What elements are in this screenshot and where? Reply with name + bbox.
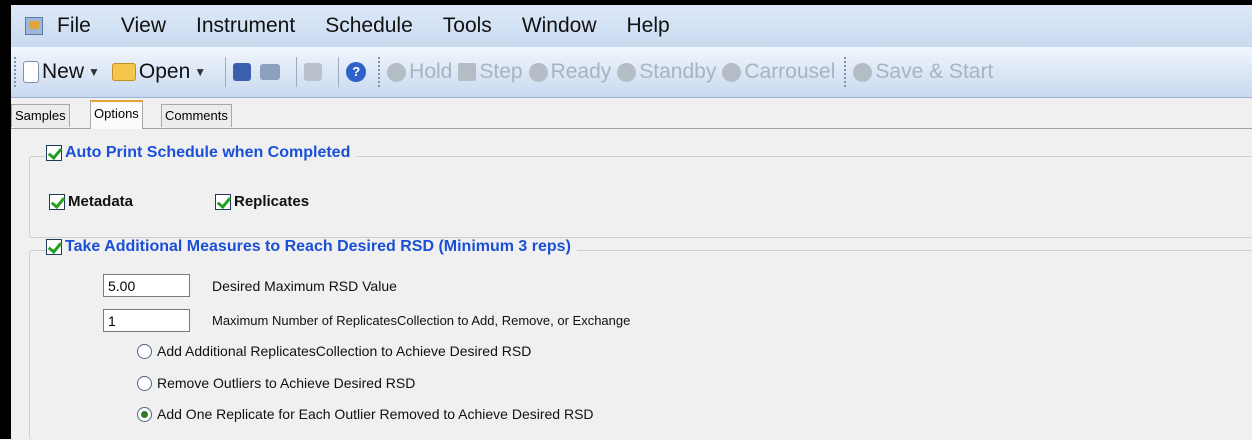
carrousel-icon — [722, 62, 742, 82]
tab-comments[interactable]: Comments — [161, 104, 232, 127]
hold-button[interactable]: Hold — [387, 60, 452, 84]
replicates-checkbox[interactable] — [215, 193, 231, 210]
metadata-checkbox[interactable] — [49, 193, 65, 210]
toolbar-separator — [296, 57, 298, 87]
max-rsd-input[interactable] — [103, 274, 190, 297]
save-start-icon — [853, 62, 873, 82]
radio-add-one-per-outlier-label: Add One Replicate for Each Outlier Remov… — [157, 406, 594, 422]
carrousel-button-label: Carrousel — [744, 60, 836, 83]
tab-options[interactable]: Options — [90, 100, 143, 129]
new-button-label: New — [42, 60, 85, 83]
open-dropdown-icon[interactable]: ▼ — [194, 65, 206, 79]
menu-help[interactable]: Help — [627, 14, 670, 38]
max-replicates-input[interactable] — [103, 309, 190, 332]
ready-button[interactable]: Ready — [528, 60, 612, 84]
auto-print-checkbox[interactable] — [46, 145, 62, 161]
menu-schedule[interactable]: Schedule — [325, 14, 413, 38]
tab-samples[interactable]: Samples — [11, 104, 70, 127]
new-document-icon — [23, 61, 39, 83]
window-frame-left — [0, 0, 11, 439]
rsd-group: Take Additional Measures to Reach Desire… — [29, 238, 1252, 440]
toolbar: New ▼ Open ▼ ? Hold Step Ready Standby C… — [11, 47, 1252, 98]
ready-icon — [528, 62, 548, 82]
step-button-label: Step — [479, 60, 523, 83]
menu-view[interactable]: View — [121, 14, 166, 38]
radio-remove-outliers-label: Remove Outliers to Achieve Desired RSD — [157, 375, 416, 391]
document-icon — [304, 63, 323, 81]
radio-add-replicates[interactable]: Add Additional ReplicatesCollection to A… — [137, 343, 531, 359]
replicates-label: Replicates — [234, 193, 310, 210]
replicates-option[interactable]: Replicates — [215, 193, 309, 210]
auto-print-title: Auto Print Schedule when Completed — [65, 144, 351, 161]
hold-icon — [387, 62, 407, 82]
new-dropdown-icon[interactable]: ▼ — [88, 65, 100, 79]
toolbar-separator — [225, 57, 227, 87]
menu-instrument[interactable]: Instrument — [196, 14, 295, 38]
save-button[interactable] — [233, 63, 254, 81]
menu-file[interactable]: File — [57, 14, 91, 38]
toolbar-grip[interactable] — [378, 57, 383, 87]
ready-button-label: Ready — [550, 60, 612, 83]
radio-button[interactable] — [137, 375, 152, 391]
rsd-title: Take Additional Measures to Reach Desire… — [65, 238, 571, 255]
save-and-start-label: Save & Start — [875, 60, 994, 83]
menu-tools[interactable]: Tools — [443, 14, 492, 38]
tab-strip: Samples Options Comments — [11, 98, 1252, 129]
save-and-start-button[interactable]: Save & Start — [853, 60, 993, 84]
open-button[interactable]: Open ▼ — [111, 60, 212, 84]
radio-add-replicates-label: Add Additional ReplicatesCollection to A… — [157, 343, 532, 359]
options-panel: Auto Print Schedule when Completed Metad… — [11, 129, 1252, 440]
menu-bar: File View Instrument Schedule Tools Wind… — [11, 5, 1252, 47]
folder-open-icon — [111, 63, 136, 81]
app-icon[interactable] — [25, 17, 43, 35]
menu-window[interactable]: Window — [522, 14, 597, 38]
toolbar-grip[interactable] — [844, 57, 849, 87]
auto-print-toggle[interactable]: Auto Print Schedule when Completed — [46, 144, 357, 162]
radio-remove-outliers[interactable]: Remove Outliers to Achieve Desired RSD — [137, 375, 415, 391]
generic-disabled-button[interactable] — [304, 63, 325, 81]
hold-button-label: Hold — [409, 60, 453, 83]
help-icon: ? — [346, 62, 367, 82]
max-rsd-label: Desired Maximum RSD Value — [212, 278, 397, 294]
print-icon — [260, 64, 281, 80]
open-button-label: Open — [138, 60, 191, 83]
step-button[interactable]: Step — [458, 60, 523, 84]
step-icon — [458, 63, 477, 81]
radio-button[interactable] — [137, 343, 152, 359]
standby-button-label: Standby — [639, 60, 717, 83]
radio-button-selected[interactable] — [137, 406, 152, 422]
auto-print-group: Auto Print Schedule when Completed Metad… — [29, 144, 1252, 238]
rsd-toggle[interactable]: Take Additional Measures to Reach Desire… — [46, 238, 577, 256]
rsd-checkbox[interactable] — [46, 239, 62, 255]
toolbar-grip[interactable] — [14, 57, 19, 87]
toolbar-separator — [338, 57, 340, 87]
radio-add-one-per-outlier[interactable]: Add One Replicate for Each Outlier Remov… — [137, 406, 594, 422]
help-button[interactable]: ? — [346, 62, 369, 82]
save-icon — [233, 63, 252, 81]
metadata-label: Metadata — [68, 193, 134, 210]
standby-button[interactable]: Standby — [617, 60, 716, 84]
max-replicates-label: Maximum Number of ReplicatesCollection t… — [212, 313, 631, 328]
new-button[interactable]: New ▼ — [23, 60, 106, 84]
standby-icon — [617, 62, 637, 82]
metadata-option[interactable]: Metadata — [49, 193, 133, 210]
print-button[interactable] — [260, 64, 283, 80]
carrousel-button[interactable]: Carrousel — [722, 60, 835, 84]
